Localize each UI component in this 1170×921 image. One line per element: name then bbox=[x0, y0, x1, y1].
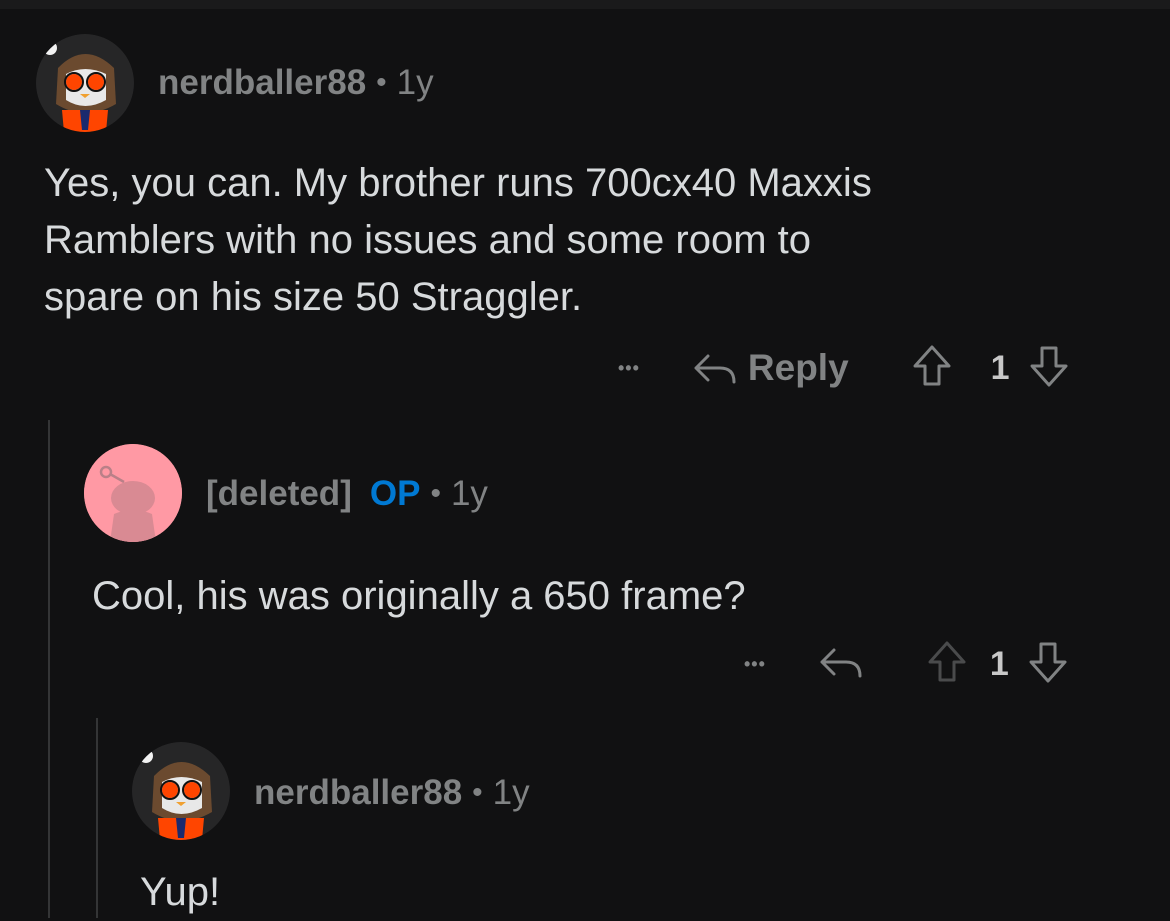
comment-body: Cool, his was originally a 650 frame? bbox=[92, 568, 746, 625]
reply-button[interactable]: Reply bbox=[692, 347, 849, 389]
comment-body-line: Cool, his was originally a 650 frame? bbox=[92, 574, 746, 618]
author-name[interactable]: nerdballer88 bbox=[158, 63, 366, 103]
reply-button[interactable] bbox=[818, 642, 864, 687]
reply-arrow-icon bbox=[820, 648, 862, 677]
author-name: [deleted] bbox=[206, 474, 352, 513]
owl-avatar-icon bbox=[36, 34, 134, 132]
comment-age: 1y bbox=[396, 63, 434, 102]
author-name[interactable]: nerdballer88 bbox=[254, 773, 462, 813]
avatar-deleted[interactable] bbox=[84, 444, 182, 542]
thread-line-level-1[interactable] bbox=[48, 420, 50, 918]
upvote-arrow-icon bbox=[928, 641, 966, 681]
comment-body-line: Ramblers with no issues and some room to bbox=[44, 218, 811, 262]
comment-age: 1y bbox=[492, 773, 530, 812]
comment-body-line: spare on his size 50 Straggler. bbox=[44, 275, 583, 319]
downvote-arrow-icon bbox=[1029, 642, 1067, 682]
more-options-button[interactable]: ••• bbox=[744, 654, 766, 675]
reply-arrow-icon bbox=[694, 354, 736, 384]
vote-score: 1 bbox=[989, 644, 1009, 683]
vote-score: 1 bbox=[990, 348, 1010, 387]
comment-body-line: Yes, you can. My brother runs 700cx40 Ma… bbox=[44, 161, 872, 205]
downvote-button[interactable] bbox=[1028, 344, 1070, 393]
upvote-arrow-icon bbox=[913, 345, 951, 385]
owl-avatar-icon bbox=[132, 742, 230, 840]
downvote-button[interactable] bbox=[1027, 640, 1069, 689]
meta-separator: • bbox=[376, 66, 387, 99]
meta-separator: • bbox=[472, 776, 483, 809]
downvote-arrow-icon bbox=[1030, 346, 1068, 386]
more-options-button[interactable]: ••• bbox=[618, 358, 640, 379]
snoo-avatar-icon bbox=[84, 444, 182, 542]
op-badge: OP bbox=[369, 474, 421, 513]
comment-body: Yup! bbox=[140, 864, 220, 921]
comment-body-line: Yup! bbox=[140, 870, 221, 914]
comment-body: Yes, you can. My brother runs 700cx40 Ma… bbox=[44, 155, 872, 326]
thread-line-level-2[interactable] bbox=[96, 718, 98, 918]
avatar-owl[interactable] bbox=[132, 742, 230, 840]
upvote-button[interactable] bbox=[911, 344, 953, 393]
reply-label: Reply bbox=[747, 347, 849, 388]
comment-age: 1y bbox=[450, 474, 488, 513]
upvote-button[interactable] bbox=[926, 640, 968, 689]
avatar-owl[interactable] bbox=[36, 34, 134, 132]
meta-separator: • bbox=[430, 477, 441, 510]
top-bar bbox=[0, 0, 1170, 9]
